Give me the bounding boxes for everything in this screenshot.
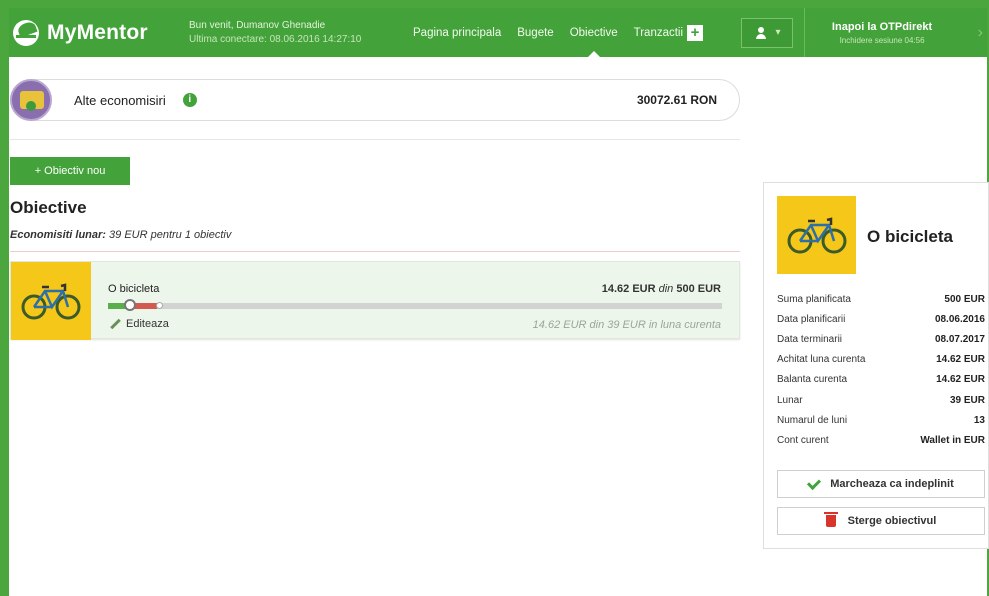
bicycle-icon <box>11 262 91 340</box>
add-transaction-icon[interactable]: + <box>687 24 704 41</box>
row-value: 13 <box>973 414 985 426</box>
chevron-down-icon: ▾ <box>775 27 781 38</box>
monthly-summary-value: 39 EUR pentru 1 obiectiv <box>105 229 232 241</box>
nav-budgets[interactable]: Bugete <box>509 8 561 57</box>
row-value: 39 EUR <box>949 394 985 406</box>
check-icon <box>807 475 822 490</box>
nav-transactions-label: Tranzactii <box>633 26 684 39</box>
back-title: Inapoi la OTPdirekt <box>831 20 933 33</box>
mymentor-logo-icon <box>13 19 39 46</box>
savings-icon <box>10 79 52 121</box>
detail-row: Data planificarii 08.06.2016 <box>777 309 985 329</box>
detail-row: Numarul de luni 13 <box>777 410 985 430</box>
objective-name: O bicicleta <box>108 283 160 295</box>
bicycle-icon <box>777 196 856 274</box>
objective-card[interactable]: O bicicleta 14.62 EUR din 500 EUR Editea… <box>10 261 740 340</box>
savings-value: 30072.61 RON <box>636 93 717 107</box>
row-value: 08.06.2016 <box>934 313 985 325</box>
row-label: Data terminarii <box>777 333 843 345</box>
last-login-text: Ultima conectare: 08.06.2016 14:27:10 <box>189 33 362 45</box>
back-to-otpdirekt[interactable]: Inapoi la OTPdirekt Inchidere sesiune 04… <box>804 8 959 57</box>
divider <box>10 251 740 252</box>
row-label: Suma planificata <box>777 293 851 305</box>
welcome-block: Bun venit, Dumanov Ghenadie Ultima conec… <box>189 19 405 47</box>
main-nav: Pagina principala Bugete Obiective Tranz… <box>405 8 711 57</box>
new-objective-button[interactable]: + Obiectiv nou <box>10 157 130 185</box>
detail-row: Cont curent Wallet in EUR <box>777 430 985 450</box>
row-value: 14.62 EUR <box>936 354 985 366</box>
row-value: 08.07.2017 <box>934 333 985 345</box>
progress-marker <box>123 299 136 311</box>
edit-link[interactable]: Editeaza <box>110 318 169 330</box>
objective-progress-bar <box>108 299 722 311</box>
detail-row: Lunar 39 EUR <box>777 390 985 410</box>
welcome-text: Bun venit, Dumanov Ghenadie <box>189 19 326 31</box>
nav-transactions[interactable]: Tranzactii + <box>626 8 711 57</box>
edit-label: Editeaza <box>126 318 169 330</box>
row-label: Numarul de luni <box>777 414 848 426</box>
delete-label: Sterge obiectivul <box>847 515 937 527</box>
objective-total: 500 EUR <box>676 283 721 295</box>
logo[interactable]: MyMentor <box>9 19 189 46</box>
detail-row: Achitat luna curenta 14.62 EUR <box>777 350 985 370</box>
detail-row: Balanta curenta 14.62 EUR <box>777 370 985 390</box>
objective-detail-panel: O bicicleta Suma planificata 500 EUR Data… <box>763 182 989 549</box>
delete-objective-button[interactable]: Sterge obiectivul <box>777 507 985 535</box>
row-label: Data planificarii <box>777 313 846 325</box>
row-label: Balanta curenta <box>777 374 848 386</box>
pencil-icon <box>110 319 120 329</box>
user-icon <box>754 26 768 39</box>
detail-rows: Suma planificata 500 EUR Data planificari… <box>777 289 985 451</box>
top-bar: MyMentor Bun venit, Dumanov Ghenadie Ult… <box>9 8 987 57</box>
detail-title: O bicicleta <box>867 227 953 246</box>
row-value: Wallet in EUR <box>920 434 985 446</box>
session-timer: Inchidere sesiune 04:56 <box>839 35 925 45</box>
other-savings-row[interactable]: Alte economisiri i 30072.61 RON <box>10 79 740 121</box>
app-name: MyMentor <box>47 20 148 44</box>
row-value: 14.62 EUR <box>936 374 985 386</box>
objective-saved: 14.62 EUR <box>601 283 656 295</box>
nav-objectives[interactable]: Obiective <box>562 8 626 57</box>
mark-done-button[interactable]: Marcheaza ca indeplinit <box>777 470 985 498</box>
nav-home[interactable]: Pagina principala <box>405 8 509 57</box>
mark-done-label: Marcheaza ca indeplinit <box>830 478 954 490</box>
row-value: 500 EUR <box>944 293 985 305</box>
month-target-marker <box>155 302 163 309</box>
detail-row: Data terminarii 08.07.2017 <box>777 329 985 349</box>
objective-amount: 14.62 EUR din 500 EUR <box>602 283 721 295</box>
page-title: Obiective <box>10 198 87 217</box>
objective-month-progress: 14.62 EUR din 39 EUR in luna curenta <box>532 319 721 331</box>
detail-row: Suma planificata 500 EUR <box>777 289 985 309</box>
chevron-right-icon[interactable]: › <box>978 24 983 42</box>
divider <box>10 139 740 140</box>
savings-label: Alte economisiri <box>74 92 166 108</box>
monthly-summary: Economisiti lunar: 39 EUR pentru 1 obiec… <box>10 229 231 241</box>
objective-of: din <box>658 283 674 295</box>
row-label: Cont curent <box>777 434 829 446</box>
trash-icon <box>823 512 838 527</box>
row-label: Lunar <box>777 394 803 406</box>
user-menu-button[interactable]: ▾ <box>741 17 794 48</box>
row-label: Achitat luna curenta <box>777 354 866 366</box>
monthly-summary-label: Economisiti lunar: <box>10 229 106 241</box>
info-icon[interactable]: i <box>182 93 197 107</box>
